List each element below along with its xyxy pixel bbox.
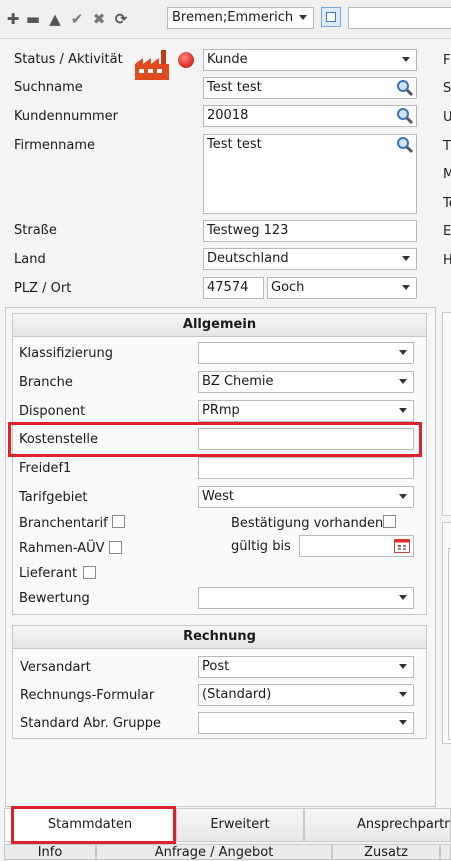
chevron-down-icon: [399, 595, 407, 600]
cutoff-label: Te: [443, 196, 451, 211]
gueltig-label: gültig bis: [231, 539, 291, 554]
factory-icon: [132, 48, 170, 82]
kundennummer-input[interactable]: 20018: [203, 105, 417, 127]
chevron-down-icon: [299, 15, 307, 20]
branchentarif-label: Branchentarif: [19, 516, 108, 531]
check-icon[interactable]: ✔: [68, 10, 86, 28]
kostenstelle-label: Kostenstelle: [19, 432, 99, 447]
rechnungs-formular-select[interactable]: (Standard): [198, 684, 414, 706]
klassifizierung-select[interactable]: [198, 342, 414, 364]
up-triangle-icon[interactable]: ▲: [46, 10, 64, 28]
bestaetigung-label: Bestätigung vorhanden: [231, 516, 384, 531]
tab-info[interactable]: Info: [4, 844, 96, 860]
divider: [0, 38, 451, 39]
location-select-value: Bremen;Emmerich: [172, 10, 294, 25]
bestaetigung-checkbox[interactable]: [383, 515, 396, 528]
cutoff-label: E: [443, 224, 451, 239]
cutoff-label: F: [443, 53, 451, 68]
branche-label: Branche: [19, 375, 73, 390]
chevron-down-icon: [402, 256, 410, 261]
square-icon: [326, 12, 336, 22]
cutoff-label: U: [443, 110, 451, 125]
strasse-input[interactable]: Testweg 123: [203, 220, 417, 242]
strasse-label: Straße: [14, 223, 57, 238]
versandart-select[interactable]: Post: [198, 656, 414, 678]
chevron-down-icon: [399, 379, 407, 384]
rechnung-header: Rechnung: [13, 626, 426, 649]
toolbar: ✚ ▬ ▲ ✔ ✖ ⟳ Bremen;Emmerich: [0, 0, 451, 38]
search-icon[interactable]: [396, 136, 414, 154]
abr-gruppe-label: Standard Abr. Gruppe: [20, 716, 161, 731]
square-toggle-button[interactable]: [321, 7, 341, 27]
search-icon[interactable]: [396, 79, 414, 97]
suchname-input[interactable]: Test test: [203, 77, 417, 99]
cutoff-label: T: [443, 139, 451, 154]
chevron-down-icon: [399, 350, 407, 355]
status-label: Status / Aktivität: [14, 52, 123, 67]
chevron-down-icon: [399, 720, 407, 725]
disponent-select[interactable]: PRmp: [198, 400, 414, 422]
close-icon[interactable]: ✖: [90, 10, 108, 28]
lieferant-checkbox[interactable]: [83, 566, 96, 579]
chevron-down-icon: [399, 664, 407, 669]
gueltig-date-input[interactable]: [299, 535, 414, 557]
tab-ansprechpartner[interactable]: Ansprechpartne: [304, 808, 451, 842]
tab-more[interactable]: [440, 844, 451, 860]
search-input[interactable]: [348, 7, 451, 29]
branche-select[interactable]: BZ Chemie: [198, 371, 414, 393]
stammdaten-highlight: [11, 806, 176, 844]
kundennummer-label: Kundennummer: [14, 109, 118, 124]
cutoff-label: H: [443, 253, 451, 268]
chevron-down-icon: [399, 692, 407, 697]
location-select[interactable]: Bremen;Emmerich: [167, 7, 314, 29]
tab-erweitert[interactable]: Erweitert: [176, 808, 304, 842]
chevron-down-icon: [399, 408, 407, 413]
cutoff-label: M: [443, 167, 451, 182]
allgemein-header: Allgemein: [13, 314, 426, 337]
cutoff-label: S: [443, 81, 451, 96]
status-select[interactable]: Kunde: [203, 49, 417, 71]
chevron-down-icon: [402, 285, 410, 290]
rahmen-checkbox[interactable]: [109, 541, 122, 554]
lieferant-label: Lieferant: [19, 566, 78, 581]
status-indicator-icon: [178, 52, 194, 68]
kostenstelle-input[interactable]: [198, 428, 414, 450]
abr-gruppe-select[interactable]: [198, 712, 414, 734]
ort-select[interactable]: Goch: [267, 277, 417, 299]
search-icon[interactable]: [396, 107, 414, 125]
klassifizierung-label: Klassifizierung: [19, 346, 113, 361]
tab-zusatz[interactable]: Zusatz: [332, 844, 440, 860]
freidef1-input[interactable]: [198, 457, 414, 479]
plz-ort-label: PLZ / Ort: [14, 281, 72, 296]
tarifgebiet-label: Tarifgebiet: [19, 490, 88, 505]
tab-anfrage-angebot[interactable]: Anfrage / Angebot: [96, 844, 332, 860]
plus-icon[interactable]: ✚: [4, 10, 22, 28]
tarifgebiet-select[interactable]: West: [198, 486, 414, 508]
chevron-down-icon: [402, 57, 410, 62]
land-label: Land: [14, 252, 46, 267]
bewertung-select[interactable]: [198, 587, 414, 609]
firmenname-label: Firmenname: [14, 138, 96, 153]
freidef1-label: Freidef1: [19, 461, 72, 476]
firmenname-textarea[interactable]: Test test: [203, 134, 417, 214]
plz-input[interactable]: 47574: [203, 277, 264, 299]
rechnungs-formular-label: Rechnungs-Formular: [20, 688, 155, 703]
disponent-label: Disponent: [19, 404, 86, 419]
side-panel-bottom: [442, 522, 451, 744]
rahmen-label: Rahmen-AÜV: [19, 541, 105, 556]
minus-icon[interactable]: ▬: [24, 10, 42, 28]
branchentarif-checkbox[interactable]: [112, 515, 125, 528]
calendar-icon[interactable]: [394, 539, 410, 553]
suchname-label: Suchname: [14, 80, 83, 95]
bewertung-label: Bewertung: [19, 591, 90, 606]
land-select[interactable]: Deutschland: [203, 248, 417, 270]
side-panel-top: [442, 312, 451, 516]
refresh-icon[interactable]: ⟳: [112, 10, 130, 28]
versandart-label: Versandart: [20, 660, 91, 675]
chevron-down-icon: [399, 494, 407, 499]
